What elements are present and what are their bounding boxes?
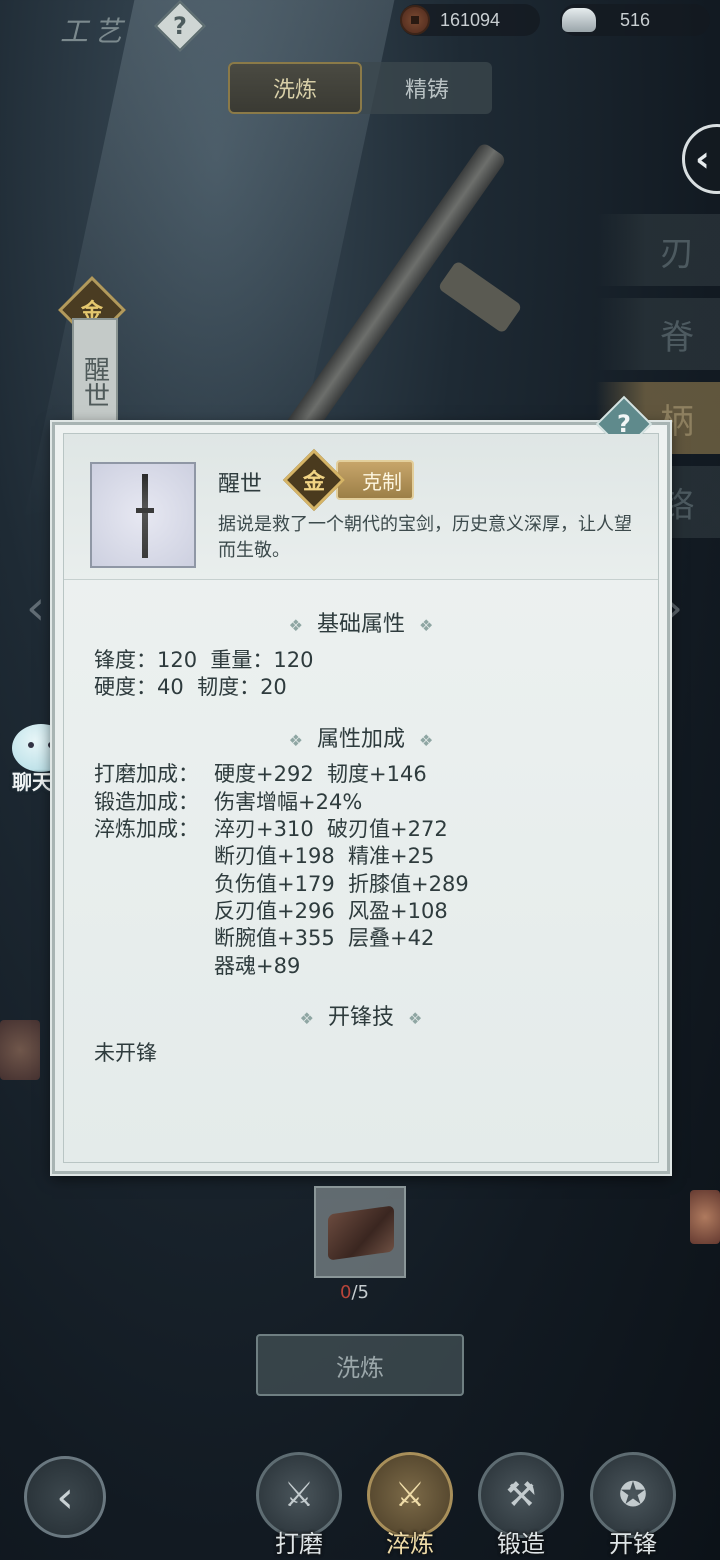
quench-bonus-value: 断刃值+198 精准+25	[214, 844, 435, 868]
diamond-ornament-icon: ❖	[419, 731, 434, 750]
grind-bonus-label: 打磨加成：	[94, 762, 199, 786]
base-stat-line: 硬度：40 韧度：20	[94, 675, 287, 699]
diamond-ornament-icon: ❖	[299, 1009, 314, 1028]
question-icon: ?	[173, 12, 187, 40]
silver-currency: 516	[560, 4, 710, 36]
diamond-ornament-icon: ❖	[288, 731, 303, 750]
chat-label[interactable]: 聊天	[12, 766, 52, 795]
quench-bonus-value: 器魂+89	[214, 954, 301, 978]
nav-quench[interactable]: ⚔ 淬炼	[365, 1452, 455, 1560]
back-arrow-icon: ‹	[56, 1471, 74, 1523]
nav-sharpen[interactable]: ✪ 开锋	[588, 1452, 678, 1560]
nav-sharpen-label: 开锋	[609, 1530, 657, 1558]
back-button[interactable]: ‹	[24, 1456, 106, 1538]
quench-bonus-value: 负伤值+179 折膝值+289	[214, 872, 469, 896]
blade-skill-title: ❖ 开锋技 ❖	[299, 1005, 423, 1030]
bonus-attributes-title: ❖ 属性加成 ❖	[288, 727, 434, 752]
nav-grind-label: 打磨	[275, 1530, 323, 1558]
item-name: 醒世	[218, 472, 263, 497]
part-spine[interactable]: 脊	[596, 298, 720, 370]
diamond-ornament-icon: ❖	[288, 616, 303, 635]
item-description: 据说是救了一个朝代的宝剑，历史意义深厚，让人望而生敬。	[218, 514, 632, 561]
quench-bonus-value: 淬刃+310 破刃值+272	[214, 817, 448, 841]
copper-amount: 161094	[440, 9, 501, 30]
quench-bonus-label: 淬炼加成：	[94, 817, 199, 841]
collapse-arrow-button[interactable]: ‹	[682, 124, 720, 194]
weapon-name-banner[interactable]: 醒世	[72, 318, 118, 428]
tab-refine-cast[interactable]: 精铸	[362, 62, 492, 114]
item-thumbnail	[90, 462, 196, 568]
tab-wash[interactable]: 洗炼	[228, 62, 362, 114]
copper-currency: 161094	[400, 4, 540, 36]
help-button[interactable]: ?	[154, 0, 206, 52]
sword-guard-icon	[136, 508, 154, 513]
quench-bonus-value: 反刃值+296 风盈+108	[214, 899, 448, 923]
base-attributes-title: ❖ 基础属性 ❖	[288, 612, 434, 637]
nav-grind[interactable]: ⚔ 打磨	[254, 1452, 344, 1560]
lantern-decoration	[0, 1020, 40, 1080]
grind-bonus-value: 硬度+292 韧度+146	[214, 762, 427, 786]
mode-tabs: 洗炼 精铸	[228, 62, 492, 114]
counter-tag: 克制	[336, 460, 414, 500]
blade-skill-status: 未开锋	[94, 1041, 157, 1065]
nav-forge[interactable]: ⚒ 锻造	[476, 1452, 566, 1560]
page-title: 工艺	[60, 15, 129, 48]
forge-bonus-value: 伤害增幅+24%	[214, 790, 363, 814]
copper-coin-icon	[400, 5, 430, 35]
prev-arrow-icon[interactable]: ‹	[26, 580, 45, 636]
nav-forge-label: 锻造	[497, 1530, 545, 1558]
silver-amount: 516	[620, 9, 651, 30]
wash-button[interactable]: 洗炼	[256, 1334, 464, 1396]
sword-icon	[142, 474, 148, 558]
silver-ingot-icon	[562, 8, 596, 32]
nav-quench-label: 淬炼	[386, 1530, 434, 1558]
material-slot[interactable]	[314, 1186, 406, 1278]
part-blade[interactable]: 刃	[596, 214, 720, 286]
top-bar: 工艺 ? 161094 516	[0, 0, 720, 52]
lantern-decoration	[690, 1190, 720, 1244]
base-stat-line: 锋度：120 重量：120	[94, 648, 314, 672]
whetstone-material-icon	[328, 1205, 394, 1261]
diamond-ornament-icon: ❖	[419, 616, 434, 635]
diamond-ornament-icon: ❖	[408, 1009, 423, 1028]
sword-guard-illustration	[437, 260, 523, 334]
material-count: 0/5	[340, 1282, 369, 1303]
quench-bonus-value: 断腕值+355 层叠+42	[214, 926, 435, 950]
forge-bonus-label: 锻造加成：	[94, 790, 199, 814]
